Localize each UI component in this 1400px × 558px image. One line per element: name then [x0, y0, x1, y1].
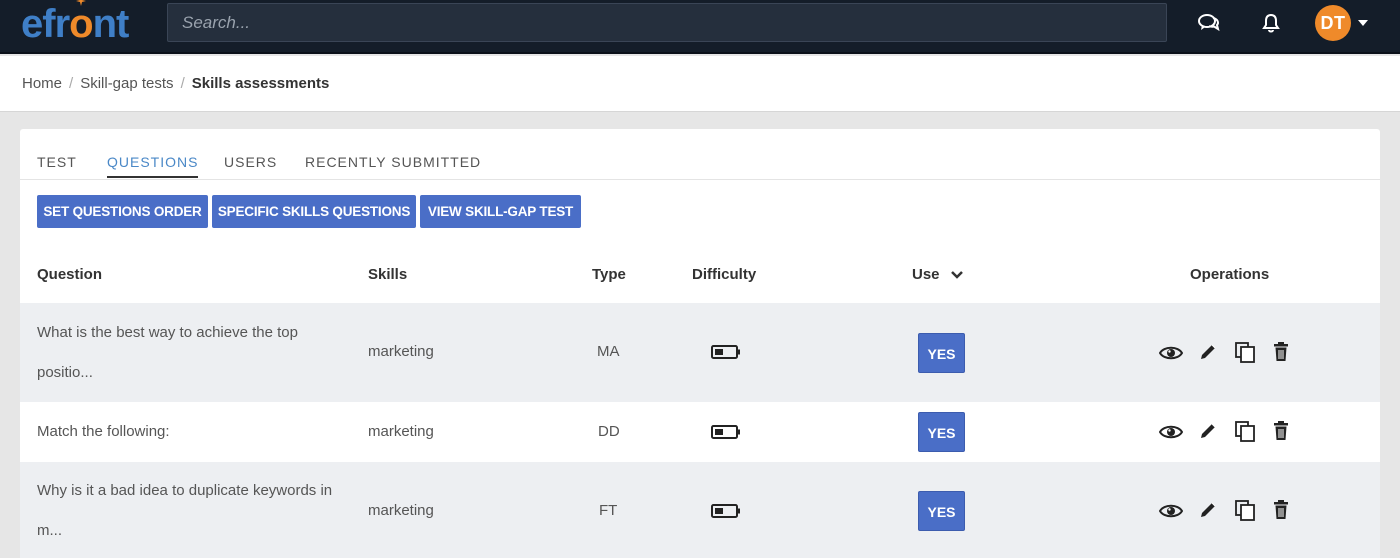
column-header-type[interactable]: Type [592, 266, 626, 283]
type-cell: MA [597, 343, 620, 360]
search-input[interactable]: Search... [167, 3, 1167, 42]
question-cell[interactable]: Why is it a bad idea to duplicate keywor… [37, 471, 357, 551]
copy-icon[interactable] [1233, 419, 1257, 443]
breadcrumb-separator: / [180, 75, 185, 92]
column-header-operations: Operations [1190, 266, 1270, 283]
question-cell[interactable]: What is the best way to achieve the top … [37, 313, 357, 393]
tab-questions[interactable]: QUESTIONS [107, 154, 199, 178]
use-yes-button[interactable]: YES [918, 333, 965, 373]
table-row: Why is it a bad idea to duplicate keywor… [20, 462, 1380, 558]
trash-icon[interactable] [1269, 419, 1293, 443]
pencil-icon[interactable] [1196, 340, 1220, 364]
tab-bar: TEST QUESTIONS USERS RECENTLY SUBMITTED [20, 129, 1380, 180]
pencil-icon[interactable] [1196, 419, 1220, 443]
breadcrumb-current: Skills assessments [191, 75, 330, 92]
breadcrumb-separator: / [69, 75, 74, 92]
eye-icon[interactable] [1159, 341, 1183, 365]
battery-low-icon [711, 504, 740, 518]
efront-logo[interactable]: efr ont [21, 0, 129, 46]
breadcrumb: Home / Skill-gap tests / Skills assessments [22, 75, 329, 92]
column-header-use-label: Use [912, 266, 940, 283]
breadcrumb-bar: Home / Skill-gap tests / Skills assessments [0, 56, 1400, 112]
bell-icon[interactable] [1258, 10, 1284, 36]
column-header-use[interactable]: Use [912, 266, 964, 283]
use-yes-button[interactable]: YES [918, 491, 965, 531]
chat-bubbles-icon[interactable] [1196, 10, 1222, 36]
trash-icon[interactable] [1269, 498, 1293, 522]
question-cell[interactable]: Match the following: [37, 423, 170, 440]
copy-icon[interactable] [1233, 340, 1257, 364]
tab-recently-submitted[interactable]: RECENTLY SUBMITTED [305, 154, 481, 176]
battery-low-icon [711, 345, 740, 359]
type-cell: DD [598, 423, 620, 440]
column-header-difficulty[interactable]: Difficulty [692, 266, 756, 283]
breadcrumb-home[interactable]: Home [22, 75, 62, 92]
tab-users[interactable]: USERS [224, 154, 277, 176]
user-avatar[interactable]: DT [1315, 5, 1351, 41]
caret-down-icon[interactable] [1358, 20, 1368, 26]
specific-skills-questions-button[interactable]: SPECIFIC SKILLS QUESTIONS [212, 195, 416, 228]
skills-cell: marketing [368, 423, 434, 440]
breadcrumb-skill-gap-tests[interactable]: Skill-gap tests [80, 75, 173, 92]
set-questions-order-button[interactable]: SET QUESTIONS ORDER [37, 195, 208, 228]
eye-icon[interactable] [1159, 499, 1183, 523]
skills-cell: marketing [368, 343, 434, 360]
view-skill-gap-test-button[interactable]: VIEW SKILL-GAP TEST [420, 195, 581, 228]
column-header-skills[interactable]: Skills [368, 266, 407, 283]
skills-cell: marketing [368, 502, 434, 519]
column-header-question[interactable]: Question [37, 266, 102, 283]
use-yes-button[interactable]: YES [918, 412, 965, 452]
table-row: Match the following: marketing DD YES [20, 402, 1380, 462]
type-cell: FT [599, 502, 618, 519]
trash-icon[interactable] [1269, 340, 1293, 364]
eye-icon[interactable] [1159, 420, 1183, 444]
copy-icon[interactable] [1233, 498, 1257, 522]
tab-test[interactable]: TEST [37, 154, 77, 176]
battery-low-icon [711, 425, 740, 439]
top-navbar: efr ont Search... DT [0, 0, 1400, 54]
main-card: TEST QUESTIONS USERS RECENTLY SUBMITTED … [20, 129, 1380, 558]
table-row: What is the best way to achieve the top … [20, 303, 1380, 402]
pencil-icon[interactable] [1196, 498, 1220, 522]
sort-chevron-down-icon [950, 271, 963, 279]
